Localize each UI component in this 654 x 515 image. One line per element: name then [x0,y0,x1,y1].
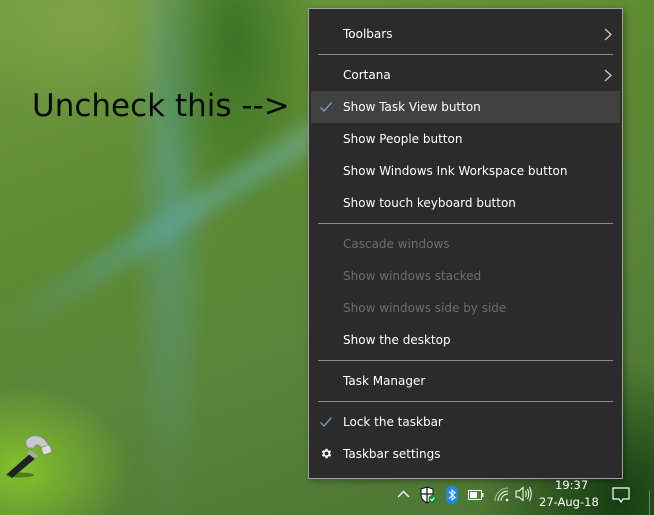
chevron-right-icon [604,69,612,82]
menu-item-label: Cortana [343,68,391,82]
menu-item-task-manager[interactable]: Task Manager [311,365,620,397]
volume-icon[interactable] [515,486,533,502]
chevron-right-icon [604,28,612,41]
menu-item-show-windows-stacked: Show windows stacked [311,260,620,292]
menu-item-taskbar-settings[interactable]: Taskbar settings [311,438,620,470]
menu-item-label: Show windows stacked [343,269,482,283]
notification-icon[interactable] [612,487,630,504]
windows-defender-icon[interactable] [420,486,437,504]
menu-separator [318,223,613,224]
menu-separator [318,360,613,361]
menu-item-label: Taskbar settings [343,447,441,461]
menu-item-show-the-desktop[interactable]: Show the desktop [311,324,620,356]
menu-item-show-windows-ink-workspace-button[interactable]: Show Windows Ink Workspace button [311,155,620,187]
menu-item-label: Task Manager [343,374,426,388]
menu-item-toolbars[interactable]: Toolbars [311,18,620,50]
hammer-icon [6,435,53,478]
menu-item-show-touch-keyboard-button[interactable]: Show touch keyboard button [311,187,620,219]
battery-icon[interactable] [468,490,484,500]
menu-item-cascade-windows: Cascade windows [311,228,620,260]
annotation-text: Uncheck this --> [32,88,290,124]
gear-icon [321,448,332,459]
menu-item-label: Cascade windows [343,237,450,251]
menu-item-label: Show windows side by side [343,301,507,315]
wifi-icon[interactable] [494,487,509,502]
menu-separator [318,54,613,55]
taskbar-context-menu: Toolbars Cortana Show Task View button Show… [308,8,623,479]
menu-item-label: Toolbars [343,27,393,41]
checkmark-icon [320,417,332,427]
menu-item-show-people-button[interactable]: Show People button [311,123,620,155]
menu-item-label: Show Task View button [343,100,481,114]
show-desktop-divider[interactable] [649,490,650,515]
menu-item-lock-the-taskbar[interactable]: Lock the taskbar [311,406,620,438]
bluetooth-icon[interactable] [446,486,458,504]
menu-item-label: Show the desktop [343,333,451,347]
clock-date[interactable]: 27-Aug-18 [539,495,599,509]
menu-item-show-windows-side-by-side: Show windows side by side [311,292,620,324]
checkmark-icon [320,102,332,112]
menu-item-cortana[interactable]: Cortana [311,59,620,91]
menu-item-show-task-view-button[interactable]: Show Task View button [311,91,620,123]
menu-item-label: Show touch keyboard button [343,196,516,210]
menu-separator [318,401,613,402]
menu-item-label: Show People button [343,132,463,146]
menu-item-label: Show Windows Ink Workspace button [343,164,568,178]
clock-time[interactable]: 19:37 [555,478,588,492]
menu-item-label: Lock the taskbar [343,415,443,429]
chevron-up-icon[interactable] [397,490,410,499]
